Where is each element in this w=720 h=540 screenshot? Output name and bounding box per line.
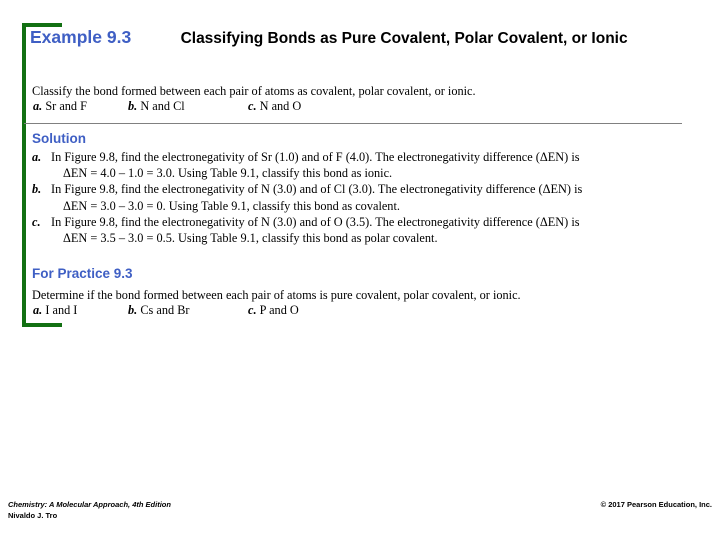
example-number: Example 9.3 [30, 27, 132, 47]
problem-choice-a-label: a. [33, 99, 43, 113]
solution-step-line-2: ΔEN = 4.0 – 1.0 = 3.0. Using Table 9.1, … [63, 166, 393, 181]
solution-heading: Solution [32, 131, 86, 146]
page-title: Classifying Bonds as Pure Covalent, Pola… [180, 30, 628, 47]
solution-step: a. In Figure 9.8, find the electronegati… [32, 149, 682, 181]
solution-step: b. In Figure 9.8, find the electronegati… [32, 181, 682, 213]
footer-attribution: Chemistry: A Molecular Approach, 4th Edi… [8, 500, 171, 522]
problem-choice-c-text: N and O [259, 99, 302, 113]
example-header: Example 9.3 Classifying Bonds as Pure Co… [30, 28, 670, 50]
footer-author: Nivaldo J. Tro [8, 510, 58, 520]
footer-copyright: © 2017 Pearson Education, Inc. [600, 500, 712, 509]
problem-prompt: Classify the bond formed between each pa… [32, 84, 476, 98]
practice-choice-b-label: b. [128, 303, 138, 317]
practice-heading: For Practice 9.3 [32, 266, 133, 281]
solution-step-body: In Figure 9.8, find the electronegativit… [51, 214, 682, 246]
problem-choice-a: a. Sr and F [33, 99, 128, 114]
problem-choice-c-label: c. [248, 99, 257, 113]
problem-choice-c: c. N and O [248, 99, 301, 114]
practice-prompt: Determine if the bond formed between eac… [32, 288, 521, 302]
solution-step-body: In Figure 9.8, find the electronegativit… [51, 149, 682, 181]
practice-choice-a-label: a. [33, 303, 43, 317]
practice-choice-a: a. I and I [33, 303, 128, 318]
practice-choices: a. I and Ib. Cs and Br c. P and O [33, 303, 299, 318]
practice-choice-b: b. Cs and Br [128, 303, 248, 318]
solution-step-line-2: ΔEN = 3.0 – 3.0 = 0. Using Table 9.1, cl… [63, 198, 400, 213]
solution-step-label: c. [32, 214, 41, 229]
solution-step-label: b. [32, 182, 42, 197]
problem-choices: a. Sr and Fb. N and Cl c. N and O [33, 99, 301, 114]
problem-choice-b-text: N and Cl [140, 99, 185, 113]
practice-choice-b-text: Cs and Br [140, 303, 190, 317]
solution-step-label: a. [32, 150, 42, 164]
solution-step-line-1: In Figure 9.8, find the electronegativit… [51, 150, 580, 164]
practice-choice-c-label: c. [248, 303, 257, 317]
problem-choice-a-text: Sr and F [45, 99, 87, 113]
practice-choice-a-text: I and I [45, 303, 78, 317]
solution-step-body: In Figure 9.8, find the electronegativit… [51, 181, 682, 213]
solution-step-line-2: ΔEN = 3.5 – 3.0 = 0.5. Using Table 9.1, … [63, 231, 438, 246]
practice-choice-c-text: P and O [259, 303, 299, 317]
problem-choice-b: b. N and Cl [128, 99, 248, 114]
section-divider [24, 123, 682, 124]
solution-step-line-1: In Figure 9.8, find the electronegativit… [51, 182, 583, 197]
solution-step-line-1: In Figure 9.8, find the electronegativit… [51, 214, 580, 229]
solution-steps: a. In Figure 9.8, find the electronegati… [32, 149, 682, 246]
solution-step: c. In Figure 9.8, find the electronegati… [32, 214, 682, 246]
problem-choice-b-label: b. [128, 99, 138, 113]
practice-choice-c: c. P and O [248, 303, 299, 318]
footer-book-title: Chemistry: A Molecular Approach, 4th Edi… [8, 500, 171, 509]
